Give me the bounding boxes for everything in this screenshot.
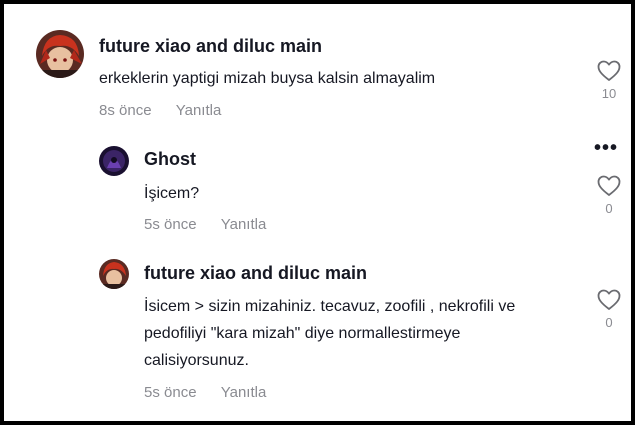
comment-meta: 5s önce Yanıtla bbox=[144, 216, 266, 233]
avatar-image bbox=[99, 146, 129, 176]
comment-text: İsicem > sizin mizahiniz. tecavuz, zoofi… bbox=[144, 298, 516, 369]
more-options-icon[interactable]: ••• bbox=[594, 137, 618, 160]
heart-icon bbox=[597, 60, 621, 81]
reply-button[interactable]: Yanıtla bbox=[221, 216, 267, 233]
avatar-image bbox=[99, 259, 129, 289]
avatar-image bbox=[36, 30, 84, 78]
like-count: 10 bbox=[601, 86, 617, 101]
comment-timestamp: 5s önce bbox=[144, 384, 197, 401]
avatar[interactable] bbox=[99, 146, 129, 176]
comment-username[interactable]: Ghost bbox=[144, 149, 196, 170]
comment-username[interactable]: future xiao and diluc main bbox=[144, 263, 367, 284]
comment-username[interactable]: future xiao and diluc main bbox=[99, 36, 322, 57]
comment-timestamp: 8s önce bbox=[99, 102, 152, 119]
reply-button[interactable]: Yanıtla bbox=[221, 384, 267, 401]
comment-meta: 8s önce Yanıtla bbox=[99, 102, 221, 119]
comment-text: İşicem? bbox=[144, 185, 200, 202]
comment-text: erkeklerin yaptigi mizah buysa kalsin al… bbox=[99, 70, 436, 87]
like-count: 0 bbox=[605, 315, 613, 330]
like-button[interactable]: 10 bbox=[593, 60, 625, 101]
comment-meta: 5s önce Yanıtla bbox=[144, 384, 266, 401]
like-button[interactable]: 0 bbox=[593, 175, 625, 216]
heart-icon bbox=[597, 175, 621, 196]
comment-timestamp: 5s önce bbox=[144, 216, 197, 233]
reply-button[interactable]: Yanıtla bbox=[176, 102, 222, 119]
avatar[interactable] bbox=[36, 30, 84, 78]
like-count: 0 bbox=[605, 201, 613, 216]
heart-icon bbox=[597, 289, 621, 310]
comment-thread: future xiao and diluc main erkeklerin ya… bbox=[4, 4, 631, 421]
avatar[interactable] bbox=[99, 259, 129, 289]
like-button[interactable]: 0 bbox=[593, 289, 625, 330]
